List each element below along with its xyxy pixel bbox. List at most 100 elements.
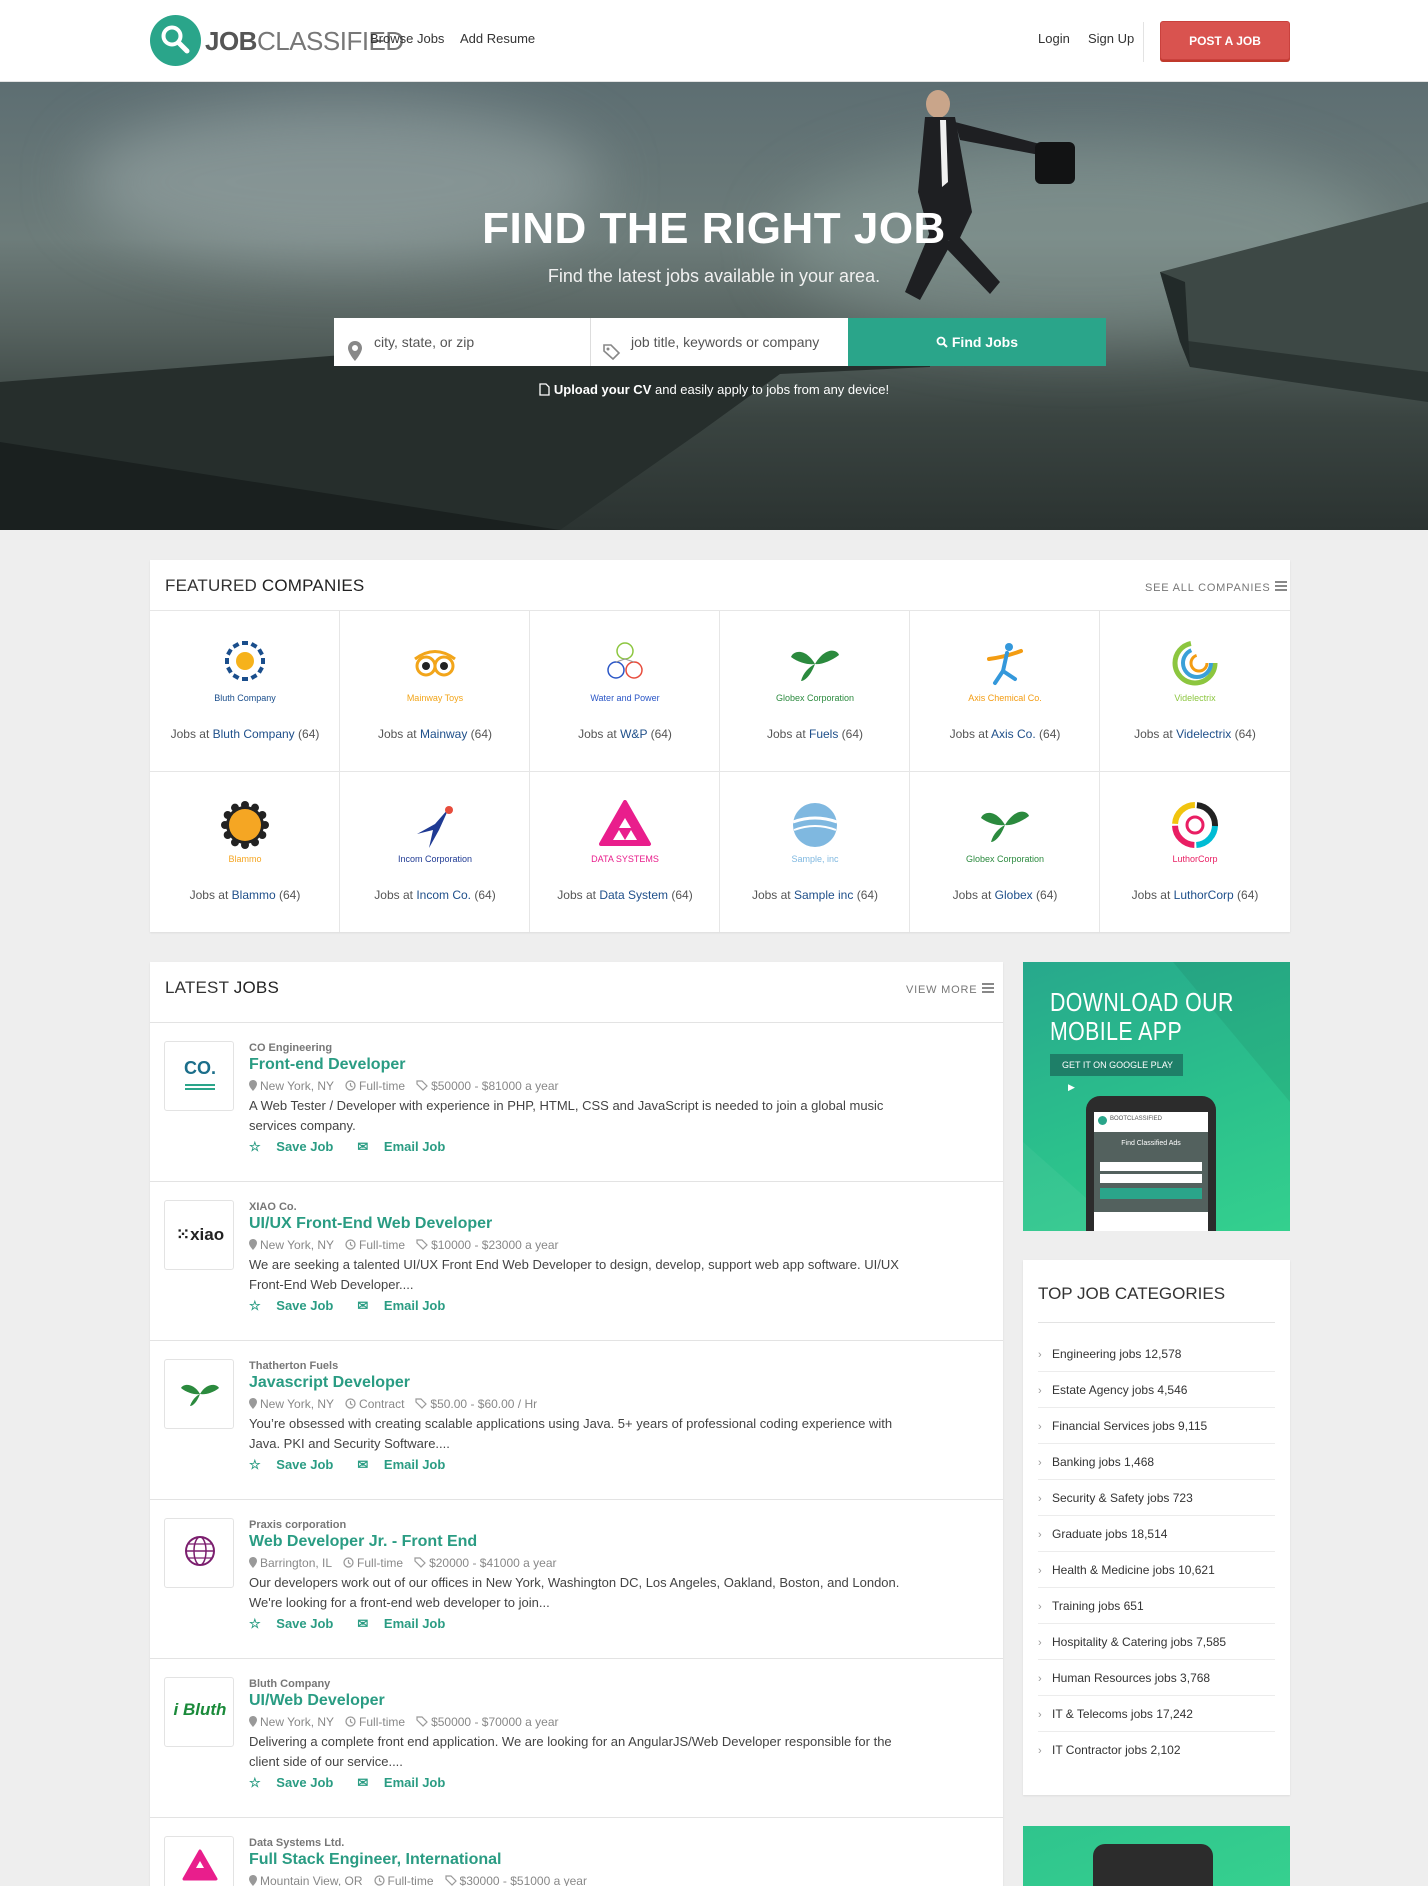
company-jobs-link[interactable]: Jobs at Blammo (64)	[150, 888, 340, 902]
company-tile[interactable]: Sample, inc Jobs at Sample inc (64)	[720, 771, 910, 932]
google-play-button[interactable]: GET IT ON GOOGLE PLAY ▶	[1050, 1054, 1183, 1092]
job-title-link[interactable]: Full Stack Engineer, International	[249, 1851, 502, 1869]
company-jobs-link[interactable]: Jobs at Globex (64)	[910, 888, 1100, 902]
category-item[interactable]: › Hospitality & Catering jobs 7,585	[1038, 1624, 1275, 1660]
job-title-link[interactable]: Front-end Developer	[249, 1056, 405, 1074]
save-job-button[interactable]: ☆ Save Job	[249, 1775, 345, 1790]
job-actions: ☆ Save Job ✉ Email Job	[249, 1298, 469, 1314]
job-company-logo[interactable]: ⁙xiao	[164, 1200, 234, 1270]
company-tile[interactable]: Mainway Toys Jobs at Mainway (64)	[340, 610, 530, 771]
company-jobs-link[interactable]: Jobs at W&P (64)	[530, 727, 720, 741]
tag-icon	[444, 1875, 457, 1886]
email-job-button[interactable]: ✉ Email Job	[357, 1457, 457, 1472]
job-title-link[interactable]: Web Developer Jr. - Front End	[249, 1533, 477, 1551]
company-tile[interactable]: LuthorCorp Jobs at LuthorCorp (64)	[1100, 771, 1290, 932]
job-company-name[interactable]: Bluth Company	[249, 1678, 330, 1690]
job-search-form: city, state, or zip job title, keywords …	[334, 318, 1106, 366]
job-company-name[interactable]: Praxis corporation	[249, 1519, 346, 1531]
signup-link[interactable]: Sign Up	[1088, 31, 1134, 46]
company-jobs-link[interactable]: Jobs at Mainway (64)	[340, 727, 530, 741]
job-company-name[interactable]: Data Systems Ltd.	[249, 1837, 344, 1849]
file-icon	[539, 382, 554, 397]
find-jobs-button[interactable]: Find Jobs	[848, 318, 1106, 366]
job-listing: ⁙xiao XIAO Co. UI/UX Front-End Web Develop…	[150, 1181, 1003, 1340]
category-item[interactable]: › Estate Agency jobs 4,546	[1038, 1372, 1275, 1408]
envelope-icon: ✉	[357, 1139, 369, 1154]
job-company-logo[interactable]: i Bluth	[164, 1677, 234, 1747]
save-job-button[interactable]: ☆ Save Job	[249, 1616, 345, 1631]
category-item[interactable]: › Graduate jobs 18,514	[1038, 1516, 1275, 1552]
clock-icon	[373, 1875, 385, 1886]
email-job-button[interactable]: ✉ Email Job	[357, 1775, 457, 1790]
job-title-link[interactable]: UI/Web Developer	[249, 1692, 385, 1710]
category-item[interactable]: › Health & Medicine jobs 10,621	[1038, 1552, 1275, 1588]
category-item[interactable]: › Security & Safety jobs 723	[1038, 1480, 1275, 1516]
company-jobs-link[interactable]: Jobs at Fuels (64)	[720, 727, 910, 741]
company-tile[interactable]: Globex Corporation Jobs at Globex (64)	[910, 771, 1100, 932]
company-logo	[150, 639, 340, 701]
category-item[interactable]: › Human Resources jobs 3,768	[1038, 1660, 1275, 1696]
nav-browse-jobs[interactable]: Browse Jobs	[370, 31, 444, 46]
job-location: New York, NY	[260, 1397, 335, 1411]
post-job-button[interactable]: POST A JOB	[1160, 21, 1290, 60]
company-tile[interactable]: Bluth Company Jobs at Bluth Company (64)	[150, 610, 340, 771]
logo-search-icon[interactable]	[150, 15, 201, 66]
job-type: Full-time	[359, 1715, 406, 1729]
company-logo	[720, 639, 910, 701]
upload-cv-link[interactable]: Upload your CV and easily apply to jobs …	[0, 382, 1428, 397]
company-tile[interactable]: Water and Power Jobs at W&P (64)	[530, 610, 720, 771]
email-job-button[interactable]: ✉ Email Job	[357, 1616, 457, 1631]
job-company-name[interactable]: CO Engineering	[249, 1042, 332, 1054]
category-item[interactable]: › Financial Services jobs 9,115	[1038, 1408, 1275, 1444]
chevron-right-icon: ›	[1038, 1601, 1042, 1613]
company-tile[interactable]: Globex Corporation Jobs at Fuels (64)	[720, 610, 910, 771]
company-logo-text: Globex Corporation	[965, 854, 1045, 864]
company-tile[interactable]: Blammo Jobs at Blammo (64)	[150, 771, 340, 932]
job-meta: New York, NY Full-time $10000 - $23000 a y…	[249, 1238, 559, 1253]
mobile-app-banner[interactable]: DOWNLOAD OUR MOBILE APP GET IT ON GOOGLE …	[1023, 962, 1290, 1231]
see-all-companies-link[interactable]: SEE ALL COMPANIES	[1145, 581, 1288, 594]
category-item[interactable]: › Engineering jobs 12,578	[1038, 1336, 1275, 1372]
category-item[interactable]: › IT & Telecoms jobs 17,242	[1038, 1696, 1275, 1732]
job-title-link[interactable]: UI/UX Front-End Web Developer	[249, 1215, 492, 1233]
company-tile[interactable]: Incom Corporation Jobs at Incom Co. (64)	[340, 771, 530, 932]
divider	[1038, 1322, 1275, 1323]
company-tile[interactable]: Axis Chemical Co. Jobs at Axis Co. (64)	[910, 610, 1100, 771]
company-jobs-link[interactable]: Jobs at Axis Co. (64)	[910, 727, 1100, 741]
job-meta: New York, NY Full-time $50000 - $81000 a y…	[249, 1079, 559, 1094]
category-item[interactable]: › Training jobs 651	[1038, 1588, 1275, 1624]
job-company-logo[interactable]	[164, 1518, 234, 1588]
company-jobs-link[interactable]: Jobs at Data System (64)	[530, 888, 720, 902]
chevron-right-icon: ›	[1038, 1745, 1042, 1757]
job-company-name[interactable]: Thatherton Fuels	[249, 1360, 338, 1372]
company-jobs-link[interactable]: Jobs at Incom Co. (64)	[340, 888, 530, 902]
login-link[interactable]: Login	[1038, 31, 1070, 46]
company-jobs-link[interactable]: Jobs at Videlectrix (64)	[1100, 727, 1290, 741]
company-jobs-link[interactable]: Jobs at LuthorCorp (64)	[1100, 888, 1290, 902]
company-tile[interactable]: Videlectrix Jobs at Videlectrix (64)	[1100, 610, 1290, 771]
save-job-button[interactable]: ☆ Save Job	[249, 1139, 345, 1154]
nav-add-resume[interactable]: Add Resume	[460, 31, 535, 46]
keyword-input[interactable]: job title, keywords or company	[591, 318, 848, 366]
job-listing: Praxis corporation Web Developer Jr. - Fr…	[150, 1499, 1003, 1658]
job-company-name[interactable]: XIAO Co.	[249, 1201, 297, 1213]
job-title-link[interactable]: Javascript Developer	[249, 1374, 410, 1392]
app-promo-banner[interactable]	[1023, 1826, 1290, 1886]
company-jobs-link[interactable]: Jobs at Sample inc (64)	[720, 888, 910, 902]
email-job-button[interactable]: ✉ Email Job	[357, 1298, 457, 1313]
job-company-logo[interactable]	[164, 1836, 234, 1886]
company-logo-text: LuthorCorp	[1172, 854, 1218, 864]
job-company-logo[interactable]	[164, 1359, 234, 1429]
category-item[interactable]: › Banking jobs 1,468	[1038, 1444, 1275, 1480]
job-company-logo[interactable]: CO.	[164, 1041, 234, 1111]
company-jobs-link[interactable]: Jobs at Bluth Company (64)	[150, 727, 340, 741]
company-tile[interactable]: DATA SYSTEMS Jobs at Data System (64)	[530, 771, 720, 932]
save-job-button[interactable]: ☆ Save Job	[249, 1457, 345, 1472]
job-meta: Barrington, IL Full-time $20000 - $41000 a…	[249, 1556, 557, 1571]
email-job-button[interactable]: ✉ Email Job	[357, 1139, 457, 1154]
view-more-link[interactable]: VIEW MORE	[906, 983, 995, 996]
company-logo	[910, 800, 1100, 862]
save-job-button[interactable]: ☆ Save Job	[249, 1298, 345, 1313]
location-input[interactable]: city, state, or zip	[334, 318, 591, 366]
category-item[interactable]: › IT Contractor jobs 2,102	[1038, 1732, 1275, 1768]
